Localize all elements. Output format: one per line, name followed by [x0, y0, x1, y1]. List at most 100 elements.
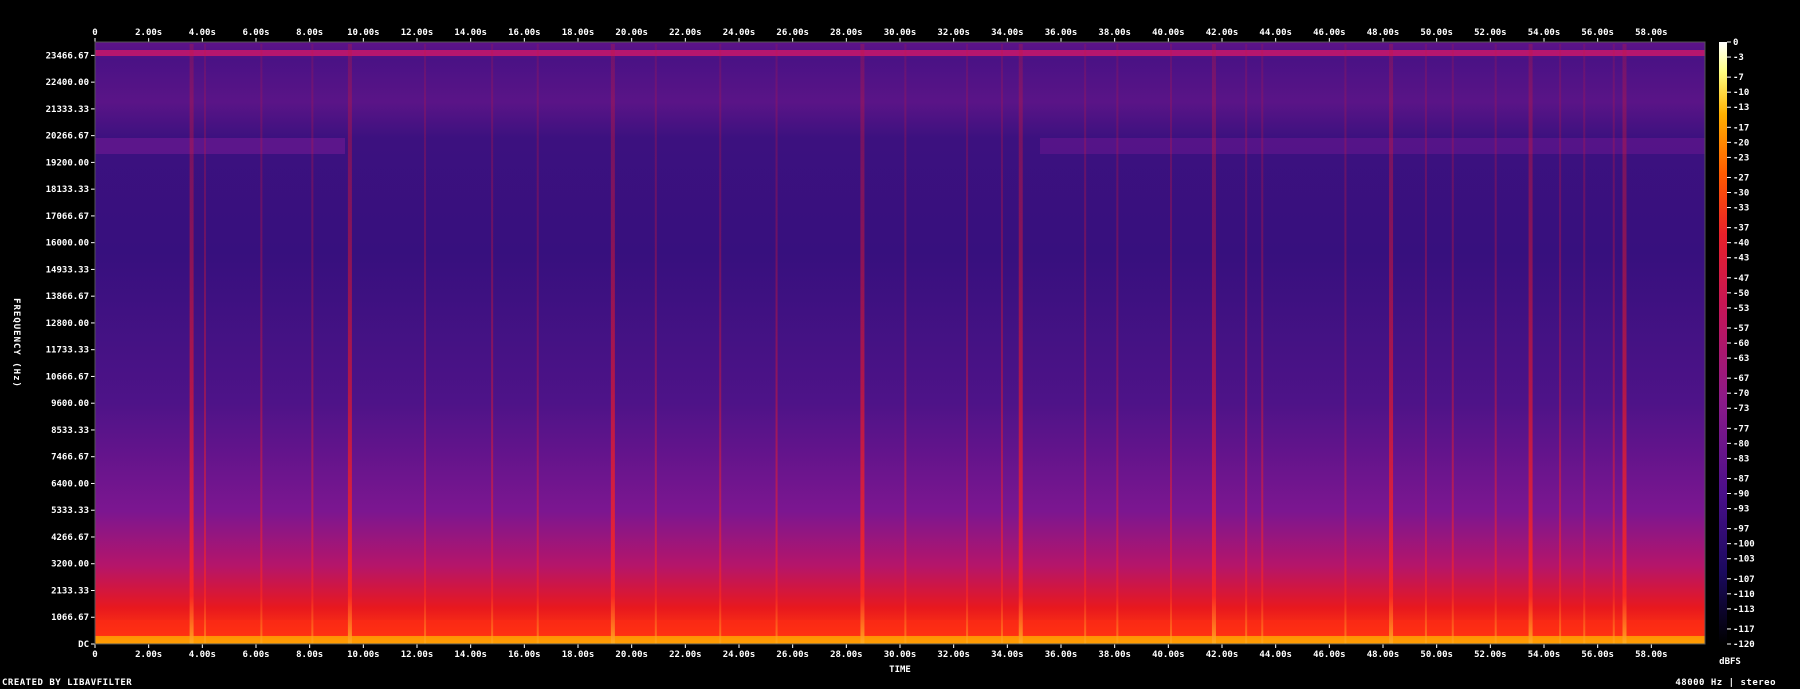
x-tick-label: 48.00s — [1367, 650, 1400, 660]
colorbar-tick-label: -10 — [1733, 88, 1749, 98]
transient-streak — [1528, 44, 1533, 644]
colorbar-tick-label: -60 — [1733, 339, 1749, 349]
y-tick-label: 23466.67 — [46, 51, 89, 61]
x-tick-label: 16.00s — [508, 650, 541, 660]
x-tick-label: 48.00s — [1367, 28, 1400, 38]
colorbar-tick-label: -93 — [1733, 505, 1749, 515]
x-axis-bottom: 0 2.00s 4.00s 6.00s 8.00s 10.00s 12.00s 14.00s 1… — [92, 644, 1668, 660]
y-tick-label: 19200.00 — [46, 158, 89, 168]
transient-streak — [260, 44, 263, 644]
x-tick-label: 58.00s — [1635, 650, 1668, 660]
x-tick-label: 50.00s — [1420, 650, 1453, 660]
x-tick-label: 36.00s — [1045, 28, 1078, 38]
transient-streak — [904, 44, 907, 644]
x-tick-label: 28.00s — [830, 650, 863, 660]
transient-streak — [1389, 44, 1394, 644]
y-axis: DC 1066.67 2133.33 3200.00 4266.67 5333.33 640… — [46, 51, 95, 650]
x-tick-label: 36.00s — [1045, 650, 1078, 660]
x-tick-label: 2.00s — [135, 28, 162, 38]
x-tick-label: 44.00s — [1259, 28, 1292, 38]
colorbar — [1719, 42, 1727, 644]
colorbar-tick-label: -27 — [1733, 173, 1749, 183]
x-tick-label: 12.00s — [401, 650, 434, 660]
x-tick-label: 54.00s — [1528, 650, 1561, 660]
x-tick-label: 58.00s — [1635, 28, 1668, 38]
x-tick-label: 40.00s — [1152, 28, 1185, 38]
x-tick-label: 8.00s — [296, 28, 323, 38]
y-tick-label: 18133.33 — [46, 185, 89, 195]
x-tick-label: 56.00s — [1581, 650, 1614, 660]
y-tick-label: 20266.67 — [46, 132, 89, 142]
x-tick-label: 6.00s — [242, 28, 269, 38]
x-tick-label: 22.00s — [669, 650, 702, 660]
x-tick-label: 26.00s — [776, 650, 809, 660]
x-tick-label: 6.00s — [242, 650, 269, 660]
transient-streak — [719, 44, 722, 644]
colorbar-tick-label: -47 — [1733, 274, 1749, 284]
x-tick-label: 30.00s — [884, 650, 917, 660]
x-tick-label: 38.00s — [1098, 28, 1131, 38]
x-tick-label: 18.00s — [562, 28, 595, 38]
transient-streak — [1622, 44, 1627, 644]
colorbar-tick-label: -107 — [1733, 575, 1755, 585]
transient-streak — [1494, 44, 1497, 644]
y-tick-label: 7466.67 — [51, 453, 89, 463]
colorbar-tick-label: -37 — [1733, 224, 1749, 234]
colorbar-tick-label: -50 — [1733, 289, 1749, 299]
x-tick-label: 52.00s — [1474, 28, 1507, 38]
transient-streak — [1583, 44, 1586, 644]
x-tick-label: 16.00s — [508, 28, 541, 38]
x-tick-label: 50.00s — [1420, 28, 1453, 38]
colorbar-tick-label: 0 — [1733, 38, 1738, 48]
y-tick-label: 10666.67 — [46, 372, 89, 382]
spectrogram-chart: 0 2.00s 4.00s 6.00s 8.00s 10.00s 12.00s 14.00s 1… — [11, 28, 1755, 675]
x-tick-label: 14.00s — [454, 650, 487, 660]
x-tick-label: 0 — [92, 28, 97, 38]
colorbar-tick-label: -70 — [1733, 389, 1749, 399]
colorbar-tick-label: -87 — [1733, 474, 1749, 484]
x-axis-top: 0 2.00s 4.00s 6.00s 8.00s 10.00s 12.00s 14.00s 1… — [92, 28, 1668, 42]
colorbar-tick-label: -67 — [1733, 374, 1749, 384]
x-tick-label: 10.00s — [347, 650, 380, 660]
transient-streak — [1559, 44, 1562, 644]
x-axis-title: TIME — [889, 665, 911, 675]
colorbar-tick-label: -110 — [1733, 590, 1755, 600]
colorbar-tick-label: -73 — [1733, 404, 1749, 414]
x-tick-label: 22.00s — [669, 28, 702, 38]
transient-streak — [204, 44, 207, 644]
colorbar-tick-label: -100 — [1733, 540, 1755, 550]
footer-left: CREATED BY LIBAVFILTER — [2, 678, 133, 688]
x-tick-label: 34.00s — [991, 28, 1024, 38]
x-tick-label: 46.00s — [1313, 28, 1346, 38]
transient-streak — [1116, 44, 1119, 644]
y-tick-label: 14933.33 — [46, 265, 89, 275]
colorbar-tick-label: -117 — [1733, 625, 1755, 635]
colorbar-tick-label: -30 — [1733, 189, 1749, 199]
colorbar-tick-label: -103 — [1733, 555, 1755, 565]
transient-streak — [1018, 44, 1023, 644]
colorbar-tick-label: -80 — [1733, 439, 1749, 449]
transient-streak — [1211, 44, 1216, 644]
transient-streak — [1424, 44, 1427, 644]
colorbar-tick-label: -113 — [1733, 605, 1755, 615]
y-tick-label: 13866.67 — [46, 292, 89, 302]
transient-streak — [189, 44, 194, 644]
x-tick-label: 18.00s — [562, 650, 595, 660]
x-tick-label: 56.00s — [1581, 28, 1614, 38]
colorbar-tick-label: -90 — [1733, 490, 1749, 500]
transient-streak — [1084, 44, 1087, 644]
x-tick-label: 8.00s — [296, 650, 323, 660]
x-tick-label: 30.00s — [884, 28, 917, 38]
x-tick-label: 24.00s — [723, 28, 756, 38]
transient-streak — [536, 44, 539, 644]
transient-streak — [966, 44, 969, 644]
x-tick-label: 32.00s — [937, 28, 970, 38]
x-tick-label: 0 — [92, 650, 97, 660]
footer-right: 48000 Hz | stereo — [1675, 678, 1776, 688]
y-tick-label: 5333.33 — [51, 506, 89, 516]
transient-streak — [610, 44, 615, 644]
plot-background — [95, 42, 1705, 644]
x-tick-label: 34.00s — [991, 650, 1024, 660]
x-tick-label: 20.00s — [615, 650, 648, 660]
colorbar-tick-label: -83 — [1733, 454, 1749, 464]
